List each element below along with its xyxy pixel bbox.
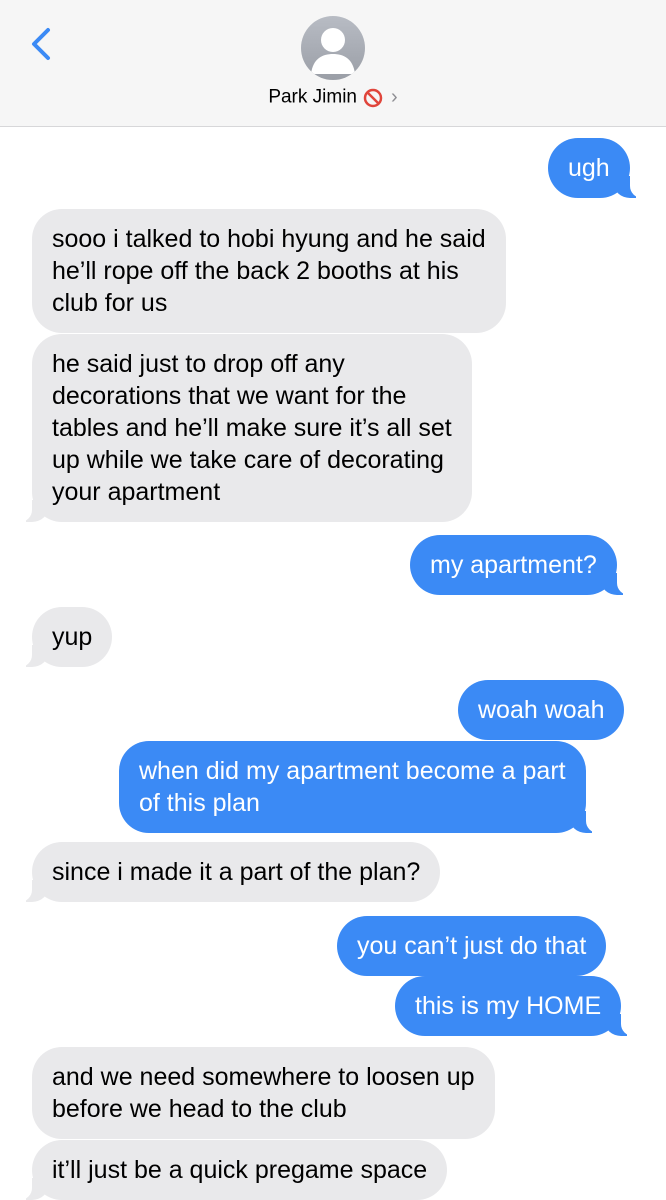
message-text: sooo i talked to hobi hyung and he said (52, 225, 486, 253)
message-text: your apartment (52, 478, 221, 506)
message-text: up while we take care of decorating (52, 446, 444, 474)
message-text: he’ll rope off the back 2 booths at his (52, 257, 459, 285)
message-bubble-incoming[interactable]: and we need somewhere to loosen up befor… (32, 1047, 495, 1139)
message-text: my apartment? (430, 551, 597, 579)
message-text: it’ll just be a quick pregame space (52, 1156, 428, 1184)
message-text: club for us (52, 289, 168, 317)
message-text: yup (52, 623, 93, 651)
message-text: you can’t just do that (357, 932, 587, 960)
message-text: woah woah (478, 696, 605, 724)
message-bubble-incoming[interactable]: he said just to drop off any decorations… (10, 334, 472, 522)
message-bubble-incoming[interactable]: it’ll just be a quick pregame space (9, 1140, 448, 1200)
message-text: decorations that we want for the (52, 382, 407, 410)
message-text: he said just to drop off any (52, 350, 345, 378)
message-bubble-incoming[interactable]: since i made it a part of the plan? (9, 842, 441, 902)
message-text: when did my apartment become a part (139, 757, 566, 785)
message-text: this is my HOME (415, 992, 602, 1020)
message-text: before we head to the club (52, 1095, 347, 1123)
message-thread: ugh sooo i talked to hobi hyung and he s… (0, 0, 666, 1200)
message-bubble-incoming[interactable]: yup (9, 607, 113, 667)
message-bubble-outgoing[interactable]: woah woah (458, 680, 625, 740)
message-bubble-incoming[interactable]: sooo i talked to hobi hyung and he said … (32, 209, 506, 333)
message-bubble-outgoing[interactable]: when did my apartment become a part of t… (119, 741, 608, 833)
message-text: tables and he’ll make sure it’s all set (52, 414, 452, 442)
message-bubble-outgoing[interactable]: my apartment? (410, 535, 639, 595)
message-text: since i made it a part of the plan? (52, 858, 421, 886)
message-text: ugh (568, 154, 610, 182)
message-text: and we need somewhere to loosen up (52, 1063, 475, 1091)
message-bubble-outgoing[interactable]: ugh (548, 138, 652, 198)
message-bubble-outgoing[interactable]: you can’t just do that (337, 916, 607, 976)
message-text: of this plan (139, 789, 260, 817)
message-bubble-outgoing[interactable]: this is my HOME (395, 976, 644, 1036)
